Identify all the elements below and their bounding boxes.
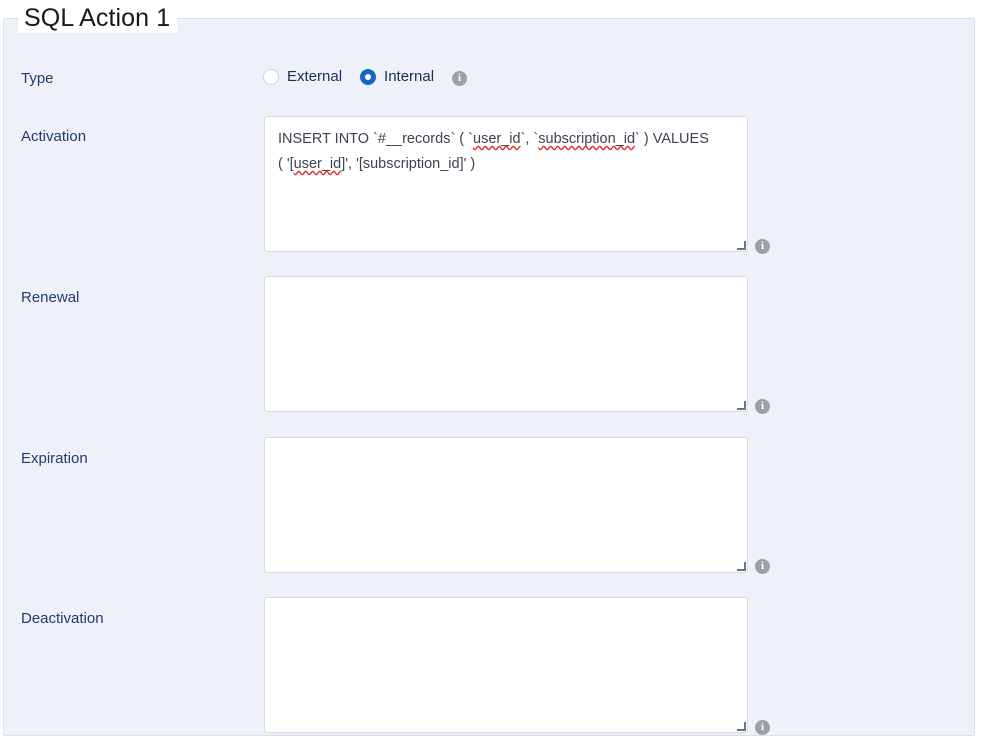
sql-action-settings-page: SQL Action 1 Type External Internal i Ac…: [0, 0, 1000, 740]
renewal-label: Renewal: [21, 289, 80, 306]
sql-text-misspelled: user_id: [473, 131, 521, 147]
radio-option-internal[interactable]: Internal: [360, 67, 434, 86]
deactivation-label: Deactivation: [21, 610, 104, 627]
expiration-textarea[interactable]: [264, 437, 748, 573]
sql-text: `, `: [520, 131, 539, 147]
sql-text: ]', '[subscription_id]' ): [341, 156, 476, 172]
radio-internal-label: Internal: [384, 68, 435, 85]
sql-text: ` ) VALUES: [635, 131, 709, 147]
sql-text-misspelled: subscription_id: [538, 131, 636, 147]
sql-text: ( '[: [278, 156, 294, 172]
type-label: Type: [21, 70, 54, 87]
sql-text: INSERT INTO `#__records` ( `: [278, 131, 473, 147]
activation-sql-line-2: ( '[user_id]', '[subscription_id]' ): [278, 152, 735, 177]
expiration-field-wrap: [264, 437, 748, 573]
activation-textarea[interactable]: INSERT INTO `#__records` ( `user_id`, `s…: [264, 116, 748, 252]
radio-external-indicator[interactable]: [263, 68, 279, 85]
activation-sql-line-1: INSERT INTO `#__records` ( `user_id`, `s…: [278, 127, 735, 152]
activation-field-wrap: INSERT INTO `#__records` ( `user_id`, `s…: [264, 116, 748, 252]
info-icon[interactable]: i: [755, 399, 770, 414]
page-title: SQL Action 1: [18, 3, 178, 33]
radio-internal-indicator[interactable]: [360, 68, 377, 85]
deactivation-field-wrap: [264, 597, 748, 733]
type-row: Type External Internal i: [4, 67, 974, 91]
sql-action-fieldset: SQL Action 1 Type External Internal i Ac…: [3, 3, 975, 736]
expiration-label: Expiration: [21, 450, 88, 467]
deactivation-textarea[interactable]: [264, 597, 748, 733]
info-icon[interactable]: i: [755, 559, 770, 574]
activation-label: Activation: [21, 128, 87, 145]
radio-option-external[interactable]: External: [263, 67, 342, 86]
renewal-field-wrap: [264, 276, 748, 412]
info-icon[interactable]: i: [755, 239, 770, 254]
radio-external-label: External: [287, 68, 343, 85]
renewal-textarea[interactable]: [264, 276, 748, 412]
type-radio-group: External Internal: [263, 67, 434, 86]
info-icon[interactable]: i: [452, 71, 467, 86]
sql-text-misspelled: user_id: [293, 156, 342, 172]
info-icon[interactable]: i: [755, 720, 770, 735]
